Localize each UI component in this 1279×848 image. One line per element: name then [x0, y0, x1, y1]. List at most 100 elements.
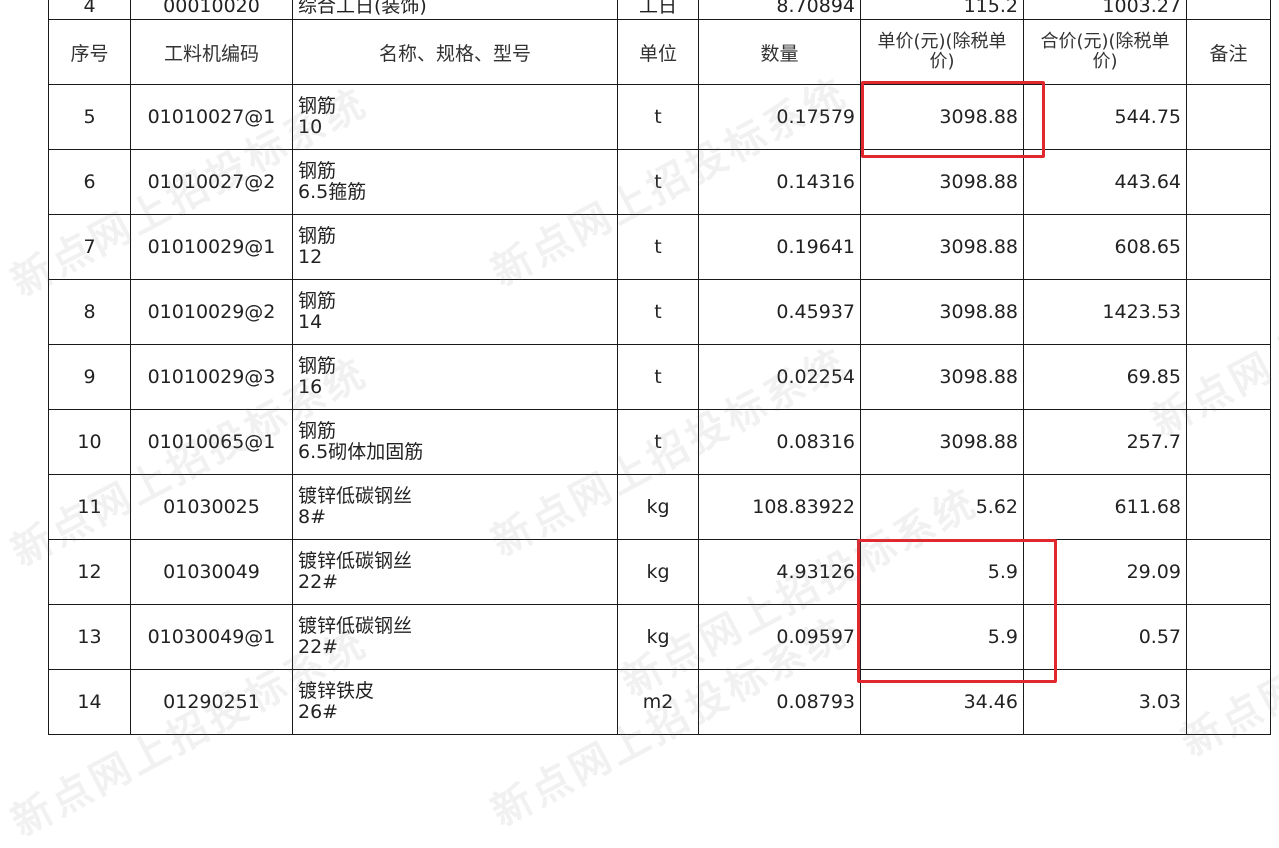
cell-code: 01010065@1: [130, 409, 293, 475]
cell-name-line1: 钢筋: [298, 290, 337, 312]
cell-name-line2: 22#: [298, 636, 339, 658]
cell-price: 5.62: [860, 474, 1024, 540]
cell-code: 01030025: [130, 474, 293, 540]
cell-name-line2: 14: [298, 311, 323, 333]
header-note: 备注: [1186, 19, 1271, 85]
cell-note: [1186, 0, 1271, 20]
cell-code: 01010027@1: [130, 84, 293, 150]
cell-name: 镀锌低碳钢丝 8#: [292, 474, 618, 540]
cell-qty: 0.08316: [698, 409, 861, 475]
cell-name-line2: 26#: [298, 701, 339, 723]
cell-name-line1: 镀锌低碳钢丝: [298, 485, 413, 507]
cell-price: 5.9: [860, 604, 1024, 670]
cell-note: [1186, 149, 1271, 215]
cell-name-line1: 镀锌低碳钢丝: [298, 615, 413, 637]
cell-code: 01010029@2: [130, 279, 293, 345]
cell-price: 3098.88: [860, 84, 1024, 150]
cell-note: [1186, 474, 1271, 540]
cell-unit: 工日: [617, 0, 699, 20]
cell-unit: t: [617, 84, 699, 150]
cell-name: 镀锌低碳钢丝 22#: [292, 539, 618, 605]
cell-qty: 0.17579: [698, 84, 861, 150]
cell-unit: t: [617, 279, 699, 345]
cell-code: 01030049: [130, 539, 293, 605]
cell-qty: 0.02254: [698, 344, 861, 410]
cell-name-line2: 12: [298, 246, 323, 268]
cell-name-line2: 6.5箍筋: [298, 181, 367, 203]
cell-name: 镀锌低碳钢丝 22#: [292, 604, 618, 670]
cell-total: 544.75: [1023, 84, 1187, 150]
cell-unit: t: [617, 409, 699, 475]
cell-name-line1: 钢筋: [298, 355, 337, 377]
table-row: 7 01010029@1 钢筋 12 t 0.19641 3098.88 608.65: [48, 214, 1271, 280]
cell-qty: 4.93126: [698, 539, 861, 605]
cell-note: [1186, 669, 1271, 735]
table-row: 12 01030049 镀锌低碳钢丝 22# kg 4.93126 5.9 29.09: [48, 539, 1271, 605]
cell-name-line1: 钢筋: [298, 160, 337, 182]
cell-price: 5.9: [860, 539, 1024, 605]
cell-price: 34.46: [860, 669, 1024, 735]
header-seq: 序号: [48, 19, 131, 85]
cell-name: 钢筋 6.5砌体加固筋: [292, 409, 618, 475]
cell-unit: t: [617, 149, 699, 215]
cell-seq: 13: [48, 604, 131, 670]
header-unit: 单位: [617, 19, 699, 85]
cell-qty: 0.08793: [698, 669, 861, 735]
table-header-row: 序号 工料机编码 名称、规格、型号 单位 数量 单价(元)(除税单价) 合价(元…: [48, 19, 1271, 85]
cell-seq: 6: [48, 149, 131, 215]
cell-name-line2: 10: [298, 116, 323, 138]
cell-price: 3098.88: [860, 214, 1024, 280]
cell-qty: 0.09597: [698, 604, 861, 670]
cell-unit: kg: [617, 539, 699, 605]
cell-seq: 4: [48, 0, 131, 20]
cell-name-line1: 钢筋: [298, 225, 337, 247]
cell-price: 3098.88: [860, 344, 1024, 410]
cell-price: 115.2: [860, 0, 1024, 20]
cell-code: 01290251: [130, 669, 293, 735]
cell-total: 257.7: [1023, 409, 1187, 475]
cell-name-line1: 镀锌铁皮: [298, 680, 375, 702]
cell-name-line2: 6.5砌体加固筋: [298, 441, 424, 463]
cell-total: 29.09: [1023, 539, 1187, 605]
table-row: 8 01010029@2 钢筋 14 t 0.45937 3098.88 1423.53: [48, 279, 1271, 345]
cell-seq: 8: [48, 279, 131, 345]
cell-qty: 108.83922: [698, 474, 861, 540]
cell-total: 608.65: [1023, 214, 1187, 280]
materials-table: 4 00010020 综合工日(装饰) 工日 8.70894 115.2 100…: [48, 0, 1271, 735]
cell-unit: kg: [617, 604, 699, 670]
cell-name-line1: 钢筋: [298, 420, 337, 442]
cell-name: 综合工日(装饰): [292, 0, 618, 20]
cell-name: 镀锌铁皮 26#: [292, 669, 618, 735]
table-row: 6 01010027@2 钢筋 6.5箍筋 t 0.14316 3098.88 443.64: [48, 149, 1271, 215]
cell-seq: 10: [48, 409, 131, 475]
cell-name-line2: 22#: [298, 571, 339, 593]
cell-note: [1186, 279, 1271, 345]
cell-total: 611.68: [1023, 474, 1187, 540]
cell-price: 3098.88: [860, 149, 1024, 215]
cell-total: 443.64: [1023, 149, 1187, 215]
cell-name-line2: 8#: [298, 506, 327, 528]
cell-code: 01010029@1: [130, 214, 293, 280]
cell-name-line2: 16: [298, 376, 323, 398]
table-row: 13 01030049@1 镀锌低碳钢丝 22# kg 0.09597 5.9 0.57: [48, 604, 1271, 670]
table-row: 9 01010029@3 钢筋 16 t 0.02254 3098.88 69.85: [48, 344, 1271, 410]
cell-total: 69.85: [1023, 344, 1187, 410]
table-row: 10 01010065@1 钢筋 6.5砌体加固筋 t 0.08316 3098.88 257…: [48, 409, 1271, 475]
cell-seq: 9: [48, 344, 131, 410]
cell-note: [1186, 84, 1271, 150]
table-row: 14 01290251 镀锌铁皮 26# m2 0.08793 34.46 3.03: [48, 669, 1271, 735]
header-total: 合价(元)(除税单价): [1023, 19, 1187, 85]
cell-price: 3098.88: [860, 279, 1024, 345]
cell-name: 钢筋 16: [292, 344, 618, 410]
cell-seq: 7: [48, 214, 131, 280]
cell-price: 3098.88: [860, 409, 1024, 475]
cell-code: 01010029@3: [130, 344, 293, 410]
cell-total: 1423.53: [1023, 279, 1187, 345]
cell-unit: t: [617, 344, 699, 410]
cell-code: 01010027@2: [130, 149, 293, 215]
table-row: 5 01010027@1 钢筋 10 t 0.17579 3098.88 544.75: [48, 84, 1271, 150]
cell-seq: 12: [48, 539, 131, 605]
cell-name: 钢筋 12: [292, 214, 618, 280]
cell-name-line1: 钢筋: [298, 95, 337, 117]
cell-total: 1003.27: [1023, 0, 1187, 20]
